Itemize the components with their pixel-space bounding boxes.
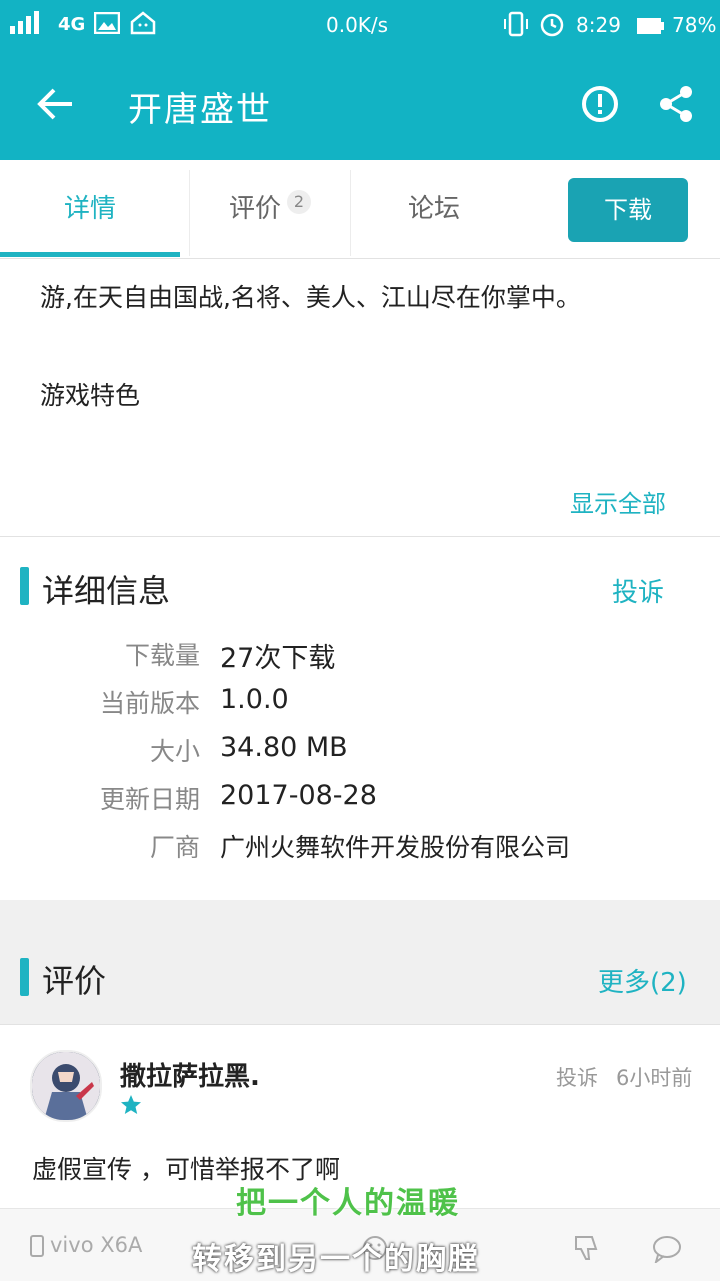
more-reviews-link[interactable]: 更多(2) <box>598 962 687 999</box>
status-bar: 4G 0.0K/s 8:29 78% <box>0 0 720 50</box>
info-key: 下载量 <box>124 641 200 670</box>
tab-separator <box>350 170 351 256</box>
section-accent-bar <box>20 567 29 605</box>
description-heading: 游戏特色 <box>40 381 141 410</box>
divider <box>0 536 720 537</box>
info-row-update-date: 更新日期 2017-08-28 <box>0 780 720 826</box>
alarm-icon <box>538 10 566 46</box>
tab-details[interactable]: 详情 <box>0 160 180 258</box>
phone-icon <box>30 1235 44 1261</box>
info-key: 大小 <box>149 737 200 766</box>
section-accent-bar <box>20 958 29 996</box>
battery-icon <box>636 14 664 44</box>
network-speed: 0.0K/s <box>326 13 389 37</box>
info-row-vendor: 厂商 广州火舞软件开发股份有限公司 <box>0 828 720 874</box>
report-link[interactable]: 投诉 <box>612 572 664 609</box>
info-row-size: 大小 34.80 MB <box>0 732 720 778</box>
thumbs-down-icon[interactable] <box>572 1233 602 1267</box>
back-arrow-icon[interactable] <box>36 84 76 128</box>
info-key: 厂商 <box>149 833 200 862</box>
info-key: 更新日期 <box>99 785 200 814</box>
info-value: 27次下载 <box>220 643 336 674</box>
clock-time: 8:29 <box>576 13 621 37</box>
description-text: 游,在天自由国战,名将、美人、江山尽在你掌中。 <box>40 283 581 312</box>
image-icon <box>93 11 121 42</box>
info-value: 2017-08-28 <box>220 780 377 811</box>
device-label: vivo X6A <box>50 1233 143 1257</box>
home-face-icon <box>130 11 156 43</box>
alert-icon[interactable] <box>580 84 620 128</box>
tab-reviews[interactable]: 评价 2 <box>190 160 350 258</box>
active-tab-indicator <box>0 252 180 257</box>
page-title: 开唐盛世 <box>128 90 272 130</box>
signal-icon <box>10 10 46 42</box>
share-icon[interactable] <box>656 84 696 128</box>
tab-forum-label: 论坛 <box>407 194 460 224</box>
review-username: 撒拉萨拉黑. <box>120 1062 260 1092</box>
tab-separator <box>189 170 190 256</box>
download-button[interactable]: 下载 <box>568 178 688 242</box>
info-value: 34.80 MB <box>220 732 348 763</box>
overlay-caption: 把一个人的温暖 <box>236 1186 460 1221</box>
battery-percent: 78% <box>672 13 717 37</box>
info-row-downloads: 下载量 27次下载 <box>0 636 720 682</box>
vendor-link[interactable]: 广州火舞软件开发股份有限公司 <box>220 828 570 864</box>
info-key: 当前版本 <box>99 689 200 718</box>
tab-reviews-label: 评价 <box>228 194 281 224</box>
app-bar: 开唐盛世 <box>0 50 720 160</box>
network-type: 4G <box>58 14 86 35</box>
vibrate-icon <box>502 11 530 45</box>
divider <box>0 1024 720 1025</box>
avatar[interactable] <box>30 1050 102 1122</box>
star-icon <box>120 1094 142 1120</box>
show-all-link[interactable]: 显示全部 <box>570 484 666 519</box>
tab-forum[interactable]: 论坛 <box>354 160 514 258</box>
review-count-badge: 2 <box>287 189 311 214</box>
review-time: 6小时前 <box>616 1066 693 1090</box>
comment-icon[interactable] <box>652 1235 682 1267</box>
info-row-version: 当前版本 1.0.0 <box>0 684 720 730</box>
review-report-link[interactable]: 投诉 <box>556 1062 598 1092</box>
info-value: 1.0.0 <box>220 684 289 715</box>
details-title: 详细信息 <box>42 572 171 610</box>
overlay-caption: 转移到另一个的胸膛 <box>192 1242 480 1277</box>
tab-details-label: 详情 <box>63 194 116 224</box>
reviews-title: 评价 <box>42 962 107 1000</box>
